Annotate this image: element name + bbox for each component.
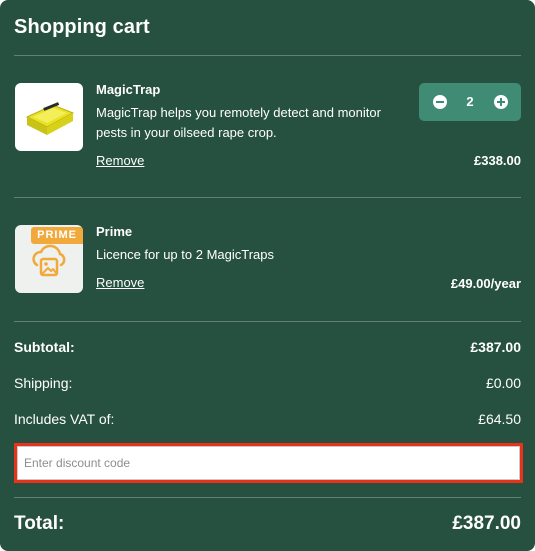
quantity-value: 2 <box>466 94 474 109</box>
item-name: MagicTrap <box>96 82 161 97</box>
vat-value: £64.50 <box>478 411 521 427</box>
subtotal-label: Subtotal: <box>14 339 75 355</box>
increase-quantity-button[interactable] <box>494 95 508 109</box>
item-name: Prime <box>96 224 133 239</box>
item-description: Licence for up to 2 MagicTraps <box>96 247 274 262</box>
discount-code-input[interactable] <box>17 446 520 480</box>
shopping-cart-panel: Shopping cart MagicTrap MagicTrap helps … <box>0 0 535 551</box>
discount-field-highlight <box>14 443 523 483</box>
prime-badge: PRIME <box>31 227 83 244</box>
total-value: £387.00 <box>452 513 521 534</box>
minus-icon <box>436 101 444 103</box>
decrease-quantity-button[interactable] <box>433 95 447 109</box>
divider <box>14 497 521 498</box>
magictrap-product-image <box>15 83 83 151</box>
magictrap-image-icon <box>25 102 75 135</box>
vat-label: Includes VAT of: <box>14 411 115 427</box>
shipping-value: £0.00 <box>485 375 521 391</box>
subtotal-value: £387.00 <box>470 339 521 355</box>
total-label: Total: <box>14 513 65 534</box>
item-price: £49.00/year <box>450 276 521 291</box>
remove-link[interactable]: Remove <box>96 275 144 290</box>
shipping-label: Shipping: <box>14 375 73 391</box>
remove-link[interactable]: Remove <box>96 153 144 168</box>
item-description: MagicTrap helps you remotely detect and … <box>96 105 381 140</box>
item-price: £338.00 <box>474 153 521 168</box>
divider <box>14 197 521 198</box>
cart-title: Shopping cart <box>14 16 150 38</box>
divider <box>14 321 521 322</box>
quantity-stepper: 2 <box>419 83 521 121</box>
prime-product-image: PRIME <box>15 225 83 293</box>
divider <box>14 55 521 56</box>
